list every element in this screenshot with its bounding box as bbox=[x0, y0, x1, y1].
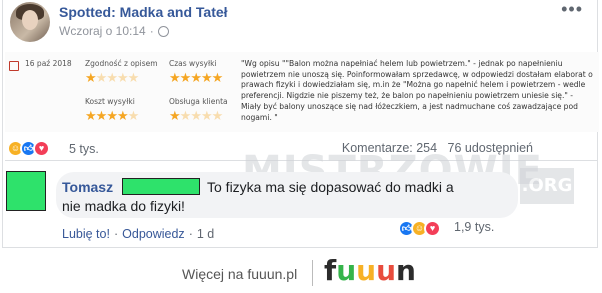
star-rating: ★★★★★ bbox=[85, 71, 140, 86]
commenter-avatar-redacted[interactable] bbox=[6, 171, 46, 211]
star-rating: ★★★★★ bbox=[169, 109, 224, 124]
meta-separator: · bbox=[149, 24, 154, 38]
star-icon: ★ bbox=[211, 109, 224, 124]
page-name-link[interactable]: Spotted: Madka and Tateł bbox=[59, 4, 228, 20]
site-footer: Więcej na fuuun.pl fuuun bbox=[0, 252, 602, 293]
star-rating: ★★★★★ bbox=[169, 71, 224, 86]
star-icon: ★ bbox=[211, 71, 224, 86]
page-avatar[interactable] bbox=[10, 2, 50, 42]
reply-link[interactable]: Odpowiedz bbox=[122, 227, 185, 241]
redacted-surname bbox=[122, 178, 200, 195]
post-meta: Wczoraj o 10:14 · bbox=[59, 24, 169, 38]
watermark-suffix: .ORG bbox=[520, 168, 574, 204]
review-date: 16 paź 2018 bbox=[25, 59, 72, 68]
criterion-label: Czas wysyłki bbox=[169, 59, 217, 68]
criterion-label: Koszt wysyłki bbox=[85, 97, 135, 106]
star-icon: ★ bbox=[106, 109, 118, 124]
star-icon: ★ bbox=[95, 71, 108, 86]
flag-icon bbox=[9, 61, 19, 71]
star-icon: ★ bbox=[169, 71, 181, 86]
star-icon: ★ bbox=[200, 71, 213, 86]
review-screenshot: 16 paź 2018 Zgodność z opisem Czas wysył… bbox=[5, 52, 599, 132]
star-icon: ★ bbox=[127, 109, 140, 124]
love-reaction-icon: ♥ bbox=[424, 220, 441, 237]
star-icon: ★ bbox=[85, 71, 97, 86]
star-icon: ★ bbox=[116, 109, 129, 124]
criterion-label: Zgodność z opisem bbox=[85, 59, 158, 68]
review-text: "Wg opisu ""Balon można napełniać helem … bbox=[241, 59, 593, 122]
comment-actions: Lubię to! · Odpowiedz · 1 d bbox=[62, 227, 214, 241]
commenter-name[interactable]: Tomasz bbox=[62, 179, 113, 195]
star-icon: ★ bbox=[95, 109, 108, 124]
star-icon: ★ bbox=[127, 71, 140, 86]
more-dots-icon[interactable]: ••• bbox=[561, 0, 583, 18]
comment-text-line: nie madka do fizyki! bbox=[62, 198, 185, 214]
star-icon: ★ bbox=[200, 109, 213, 124]
love-reaction-icon[interactable]: ♥ bbox=[33, 140, 50, 157]
footer-divider bbox=[312, 260, 313, 286]
globe-icon bbox=[157, 25, 169, 37]
action-separator: · bbox=[113, 227, 119, 241]
comment-reactions[interactable]: 👍︎ ☺ ♥ 1,9 tys. bbox=[398, 218, 508, 238]
criterion-label: Obsługa klienta bbox=[169, 97, 228, 106]
reaction-count[interactable]: 5 tys. bbox=[69, 142, 99, 156]
like-comment-link[interactable]: Lubię to! bbox=[62, 227, 110, 241]
post-timestamp[interactable]: Wczoraj o 10:14 bbox=[59, 24, 146, 38]
star-icon: ★ bbox=[179, 71, 192, 86]
star-icon: ★ bbox=[190, 109, 202, 124]
star-rating: ★★★★★ bbox=[85, 109, 140, 124]
comment-text-line: To fizyka ma się dopasować do madki a bbox=[207, 179, 454, 195]
comment-reaction-count: 1,9 tys. bbox=[454, 220, 495, 234]
star-icon: ★ bbox=[85, 109, 97, 124]
star-icon: ★ bbox=[169, 109, 181, 124]
footer-text[interactable]: Więcej na fuuun.pl bbox=[182, 266, 297, 282]
star-icon: ★ bbox=[179, 109, 192, 124]
fuuun-logo[interactable]: fuuun bbox=[324, 254, 416, 287]
star-icon: ★ bbox=[106, 71, 118, 86]
star-icon: ★ bbox=[190, 71, 202, 86]
comment-time[interactable]: 1 d bbox=[197, 227, 214, 241]
star-icon: ★ bbox=[116, 71, 129, 86]
action-separator: · bbox=[188, 227, 193, 241]
